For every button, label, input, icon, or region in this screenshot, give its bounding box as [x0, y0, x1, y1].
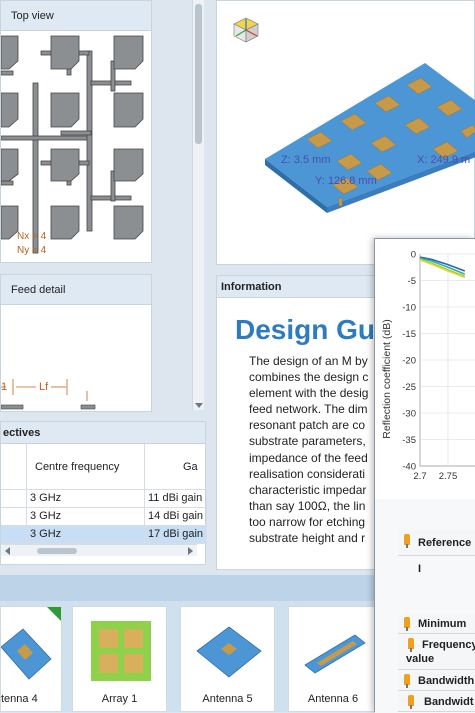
bandwidth-label-2: Bandwidt: [424, 696, 474, 708]
objectives-h-scrollbar[interactable]: [1, 544, 197, 556]
gallery-item-label: Antenna 5: [202, 693, 253, 705]
top-view-title: Top view: [1, 1, 151, 31]
reflection-coefficient-chart: Reflection coefficient (dB) 0 -5 -10 -15 -20…: [381, 250, 475, 483]
objectives-panel: ectives Centre frequency Ga 3 GHz 11 dBi…: [0, 421, 207, 565]
antenna-6-thumbnail: [304, 634, 366, 674]
y-tick-label: -20: [402, 356, 416, 367]
table-row-freq[interactable]: 3 GHz: [27, 526, 145, 544]
left-pane-scrollbar[interactable]: [192, 0, 204, 410]
y-tick-label: -30: [402, 409, 416, 420]
chart-ticks: 0-5-10-15-20-25-30-35-402.7 2.75: [402, 250, 457, 483]
col-header-centre-frequency[interactable]: Centre frequency: [27, 444, 145, 490]
minimum-row[interactable]: Minimum S: [398, 614, 475, 650]
objectives-title: ectives: [1, 422, 205, 444]
feed-detail-dimensions: [1, 379, 96, 410]
y-tick-label: -15: [402, 329, 416, 340]
dimension-x-label: X: 249.9 m: [417, 154, 471, 166]
pin-icon[interactable]: [408, 695, 414, 709]
frequency-label-1: Frequency: [422, 639, 475, 651]
scroll-right-arrow[interactable]: [188, 547, 193, 555]
bandwidth-row-2[interactable]: Bandwidt: [398, 692, 475, 712]
table-row-gain[interactable]: 11 dBi gain: [145, 490, 207, 508]
feed-detail-panel: Feed detail 1 Lf: [0, 274, 152, 412]
3d-viewport[interactable]: Z: 3.5 mm X: 249.9 m Y: 126.8 mm: [216, 0, 475, 265]
x-tick-label: 2.7: [413, 471, 426, 482]
col-header-blank[interactable]: [1, 444, 27, 490]
table-row-index[interactable]: [1, 508, 27, 526]
frequency-label-2: value: [406, 653, 435, 665]
pin-icon[interactable]: [404, 534, 410, 548]
antenna-5-thumbnail: [196, 626, 262, 678]
gallery-item-antenna-4[interactable]: tenna 4: [0, 606, 62, 712]
reference-impedance-row[interactable]: Reference I: [398, 530, 475, 575]
pin-icon[interactable]: [404, 617, 410, 631]
objectives-h-scrollbar-thumb[interactable]: [37, 548, 77, 554]
y-tick-label: -10: [402, 303, 416, 314]
table-row-index[interactable]: [1, 490, 27, 508]
chart-grid: [419, 253, 475, 467]
y-tick-label: -25: [402, 382, 416, 393]
pin-icon[interactable]: [404, 674, 410, 688]
col-header-gain[interactable]: Ga: [145, 444, 207, 490]
y-tick-label: 0: [411, 250, 416, 261]
gallery-item-label: Antenna 6: [307, 693, 359, 705]
y-tick-label: -35: [402, 435, 416, 446]
gallery-item-antenna-6[interactable]: Antenna 6: [288, 606, 378, 712]
dimension-z-label: Z: 3.5 mm: [281, 154, 331, 166]
antenna-3d-model: [265, 63, 475, 213]
gallery-item-label: tenna 4: [1, 693, 38, 705]
selected-corner-marker: [47, 607, 61, 621]
table-row-gain[interactable]: 14 dBi gain: [145, 508, 207, 526]
table-row-freq[interactable]: 3 GHz: [27, 490, 145, 508]
left-pane-scrollbar-thumb[interactable]: [195, 4, 202, 144]
bandwidth-label: Bandwidth: [418, 675, 475, 687]
objectives-table: Centre frequency Ga 3 GHz 11 dBi gain 3 …: [1, 444, 207, 544]
gallery-item-array-1[interactable]: Array 1: [72, 606, 167, 712]
dimension-y-label: Y: 126.8 mm: [315, 175, 377, 187]
array-1-thumbnail: [91, 621, 151, 681]
table-row-gain[interactable]: 17 dBi gain: [145, 526, 207, 544]
y-axis-label: Reflection coefficient (dB): [381, 319, 393, 438]
feed-detail-title: Feed detail: [1, 275, 151, 305]
y-tick-label: -5: [408, 276, 416, 287]
table-row-freq[interactable]: 3 GHz: [27, 508, 145, 526]
top-view-drawing: [1, 35, 144, 254]
bandwidth-row[interactable]: Bandwidth: [398, 671, 475, 691]
antenna-4-thumbnail: [1, 628, 52, 680]
frequency-value-row[interactable]: Frequency value: [398, 634, 475, 670]
design-guide-heading: Design Gu: [235, 314, 376, 345]
gallery-item-antenna-5[interactable]: Antenna 5: [180, 606, 275, 712]
chart-lines: [419, 256, 466, 279]
gallery-item-label: Array 1: [101, 693, 138, 705]
x-tick-label: 2.75: [439, 471, 458, 482]
scroll-down-arrow[interactable]: [195, 403, 203, 408]
series-line: [419, 257, 466, 275]
ny-label: Ny = 4: [17, 245, 47, 256]
top-view-panel: Top view Nx = 4 Ny = 4: [0, 0, 152, 263]
nx-label: Nx = 4: [17, 231, 47, 242]
table-row-index[interactable]: [1, 526, 27, 544]
scroll-left-arrow[interactable]: [5, 547, 10, 555]
pin-icon[interactable]: [408, 638, 414, 652]
